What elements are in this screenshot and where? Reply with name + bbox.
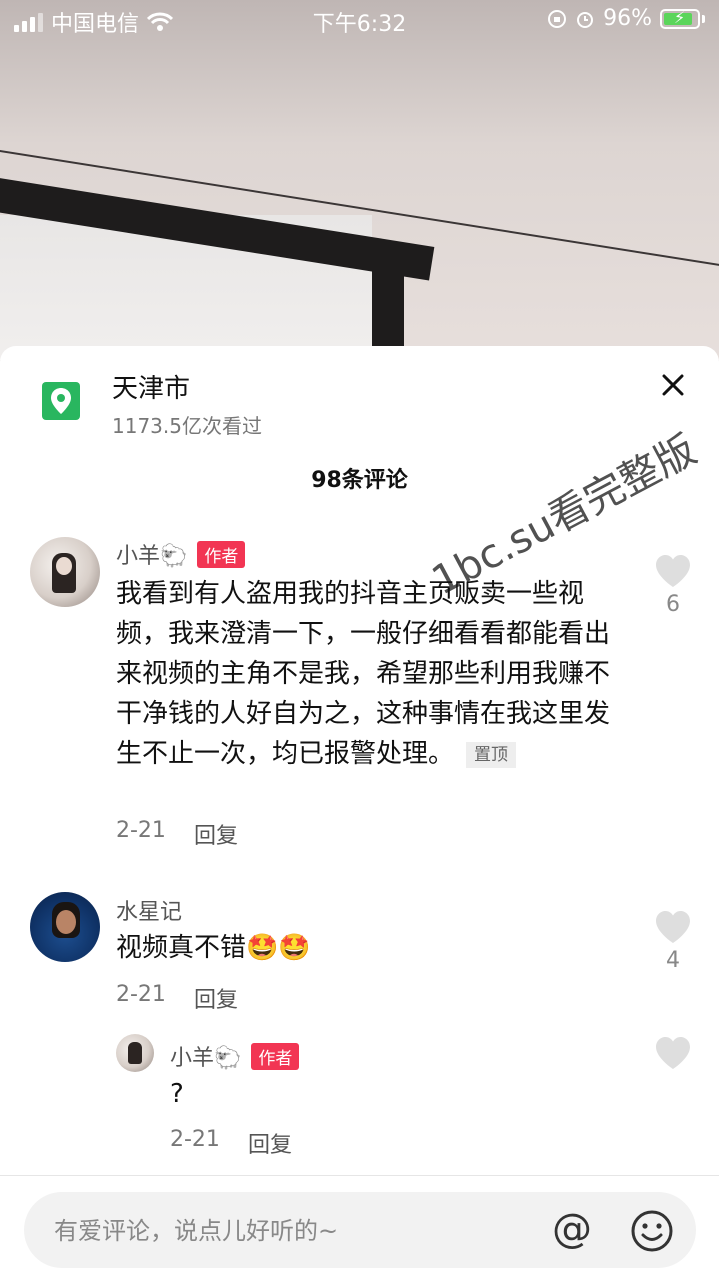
- comment-text-content: 我看到有人盗用我的抖音主页贩卖一些视频，我来澄清一下，一般仔细看看都能看出来视频…: [116, 579, 611, 769]
- comment-username[interactable]: 小羊🐑: [116, 538, 187, 570]
- location-views: 1173.5亿次看过: [112, 414, 262, 438]
- like-button[interactable]: 6: [654, 554, 692, 617]
- author-badge: 作者: [251, 1042, 300, 1070]
- like-count: 4: [666, 948, 680, 973]
- window-frame-side: [372, 250, 404, 360]
- like-count: 6: [666, 592, 680, 617]
- comment-meta: 2-21 回复: [116, 818, 238, 850]
- battery-icon: ⚡: [660, 8, 700, 29]
- comment-text: ?: [170, 1079, 184, 1109]
- avatar[interactable]: [30, 537, 100, 607]
- avatar[interactable]: [30, 892, 100, 962]
- close-button[interactable]: [656, 368, 690, 402]
- comment-text: 视频真不错🤩🤩: [116, 933, 311, 963]
- comment-input[interactable]: [52, 1192, 526, 1270]
- comment-username[interactable]: 小羊🐑: [170, 1040, 241, 1072]
- alarm-icon: [577, 11, 594, 28]
- comment-input-container: @: [24, 1192, 696, 1270]
- location-pin-icon[interactable]: [42, 382, 80, 420]
- battery-percent: 96%: [603, 6, 652, 31]
- reply-button[interactable]: 回复: [194, 982, 238, 1014]
- reply-button[interactable]: 回复: [248, 1127, 292, 1159]
- comment-text: 我看到有人盗用我的抖音主页贩卖一些视频，我来澄清一下，一般仔细看看都能看出来视频…: [116, 574, 616, 774]
- comment-date: 2-21: [116, 818, 166, 843]
- location-title[interactable]: 天津市: [112, 368, 190, 405]
- heart-icon: [656, 911, 690, 943]
- status-right: 96% ⚡: [547, 6, 705, 31]
- emoji-icon[interactable]: [630, 1209, 674, 1253]
- reply-button[interactable]: 回复: [194, 818, 238, 850]
- comment-meta: 2-21 回复: [116, 982, 238, 1014]
- video-background: [0, 0, 719, 360]
- like-button[interactable]: 4: [654, 910, 692, 973]
- battery-cap: [702, 14, 705, 23]
- heart-icon: [656, 1037, 690, 1069]
- pinned-badge: 置顶: [466, 741, 517, 768]
- comment-date: 2-21: [170, 1127, 220, 1152]
- mention-icon[interactable]: @: [552, 1206, 592, 1252]
- comment-header: 小羊🐑 作者: [116, 538, 246, 570]
- comment-input-bar: @: [0, 1175, 719, 1281]
- comment-header: 小羊🐑 作者: [170, 1040, 300, 1072]
- comment-header: 水星记: [116, 894, 182, 926]
- comment-meta: 2-21 回复: [170, 1127, 292, 1159]
- author-badge: 作者: [197, 540, 246, 568]
- heart-icon: [656, 555, 690, 587]
- avatar[interactable]: [116, 1034, 154, 1072]
- comment-date: 2-21: [116, 982, 166, 1007]
- rotation-lock-icon: [548, 9, 567, 28]
- like-button[interactable]: [654, 1036, 692, 1070]
- comment-username[interactable]: 水星记: [116, 894, 182, 926]
- close-icon: [662, 374, 684, 396]
- status-bar: 中国电信 下午6:32 96% ⚡: [0, 0, 719, 40]
